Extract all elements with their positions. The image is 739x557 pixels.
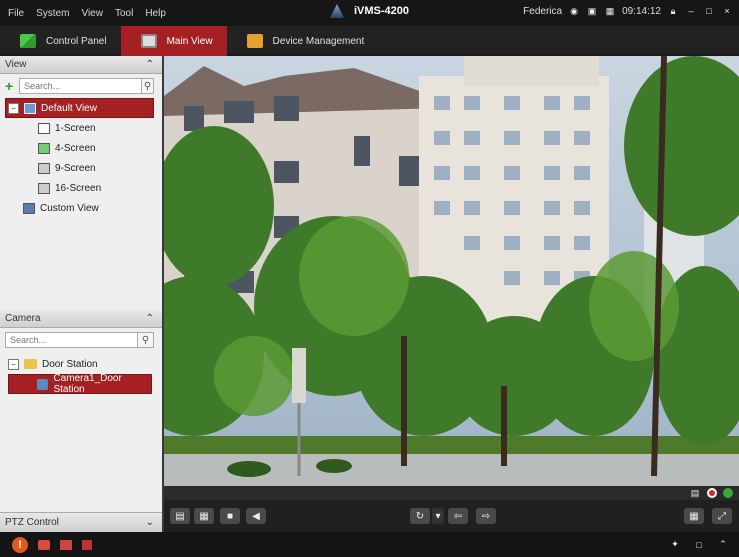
audio-icon[interactable]: ◀︎: [246, 508, 266, 524]
tree-item-16-screen[interactable]: 16-Screen: [0, 178, 162, 198]
tab-main-view[interactable]: Main View: [120, 26, 227, 56]
save-view-icon[interactable]: ▤: [170, 508, 190, 524]
fullscreen-icon[interactable]: ⤢: [712, 508, 732, 524]
minimize-icon[interactable]: –: [685, 5, 697, 17]
auto-switch-icon[interactable]: ↻: [410, 508, 430, 524]
screen-1-icon: [38, 122, 50, 134]
view-panel-title: View: [5, 59, 27, 70]
screenshot-icon[interactable]: ▤: [689, 487, 701, 499]
tree-item-camera1[interactable]: Camera1_Door Station: [8, 373, 152, 395]
collapse-up-icon[interactable]: ⌃: [146, 59, 154, 70]
tab-label: Device Management: [272, 35, 365, 47]
tree-item-custom-view[interactable]: Custom View: [0, 198, 162, 218]
custom-view-icon: [23, 202, 35, 214]
tree-item-label: 4-Screen: [55, 142, 96, 154]
collapse-up-icon[interactable]: ⌃: [146, 313, 154, 324]
chevron-down-icon[interactable]: ▾: [432, 508, 444, 524]
pin-icon[interactable]: ✦: [669, 539, 681, 551]
video-control-bar: ▤ ▦ ■ ◀︎ ↻ ▾ ⇦ ⇨ ▦ ⤢: [164, 500, 739, 532]
menu-view[interactable]: View: [81, 8, 103, 19]
user-icon[interactable]: ◉: [568, 5, 580, 17]
user-name: Federica: [523, 5, 563, 17]
camera-search-input[interactable]: [5, 332, 138, 348]
screen-16-icon: [38, 182, 50, 194]
record-icon[interactable]: [707, 488, 717, 498]
app-logo-icon: [330, 4, 344, 18]
camera-icon: [37, 378, 49, 390]
tab-label: Main View: [166, 35, 213, 47]
camera-panel-title: Camera: [5, 313, 41, 324]
tree-item-9-screen[interactable]: 9-Screen: [0, 158, 162, 178]
next-icon[interactable]: ⇨: [476, 508, 496, 524]
alarm-event-icon[interactable]: [60, 539, 72, 550]
layout-icon[interactable]: ▦: [194, 508, 214, 524]
tree-item-label: Custom View: [40, 202, 99, 214]
tree-item-label: Default View: [41, 102, 97, 114]
tree-item-door-station[interactable]: − Door Station: [0, 354, 162, 374]
tree-item-1-screen[interactable]: 1-Screen: [0, 118, 162, 138]
monitor-icon[interactable]: ▣: [586, 5, 598, 17]
tab-device-management[interactable]: Device Management: [227, 26, 379, 56]
expand-down-icon[interactable]: ⌄: [146, 517, 154, 528]
window-division-icon[interactable]: ▦: [684, 508, 704, 524]
window-icon[interactable]: □: [693, 539, 705, 551]
app-title-area: iVMS-4200: [330, 4, 409, 18]
tab-control-panel[interactable]: Control Panel: [0, 26, 121, 56]
lock-icon[interactable]: 🔒︎: [667, 5, 679, 17]
folder-icon: [24, 359, 37, 369]
camera-search-row: ⚲: [5, 332, 154, 348]
left-panel: View ⌃ + ⚲ − Default View 1-Screen 4-Scr…: [0, 56, 162, 532]
module-tab-bar: Control Panel Main View Device Managemen…: [0, 26, 739, 56]
title-bar: File System View Tool Help iVMS-4200 Fed…: [0, 0, 739, 26]
view-tree: − Default View 1-Screen 4-Screen 9-Scree…: [0, 98, 162, 298]
tree-item-4-screen[interactable]: 4-Screen: [0, 138, 162, 158]
view-search-row: + ⚲: [5, 78, 154, 94]
search-icon[interactable]: ⚲: [142, 78, 154, 94]
view-folder-icon: [24, 102, 36, 114]
status-bar: ! ✦ □ ⌃: [0, 532, 739, 557]
tree-item-label: 1-Screen: [55, 122, 96, 134]
view-panel-header[interactable]: View ⌃: [0, 56, 162, 74]
app-title: iVMS-4200: [354, 5, 410, 17]
collapse-icon[interactable]: −: [8, 102, 19, 114]
add-view-icon[interactable]: +: [5, 78, 15, 94]
screen-9-icon: [38, 162, 50, 174]
clock-time: 09:14:12: [622, 5, 661, 17]
device-management-icon: [246, 34, 263, 48]
tree-item-label: Camera1_Door Station: [53, 373, 122, 395]
control-panel-icon: [20, 34, 36, 48]
maximize-icon[interactable]: □: [703, 5, 715, 17]
refresh-icon[interactable]: [723, 488, 733, 498]
menu-system[interactable]: System: [36, 8, 69, 19]
menu-help[interactable]: Help: [145, 8, 166, 19]
tree-item-label: 16-Screen: [55, 182, 102, 194]
stop-all-icon[interactable]: ■: [220, 508, 240, 524]
search-icon[interactable]: ⚲: [138, 332, 154, 348]
menu-file[interactable]: File: [8, 8, 24, 19]
collapse-icon[interactable]: −: [8, 358, 19, 370]
tree-item-label: 9-Screen: [55, 162, 96, 174]
menu-tool[interactable]: Tool: [115, 8, 133, 19]
main-view-icon: [140, 34, 157, 48]
ptz-panel-title: PTZ Control: [5, 517, 59, 528]
speaker-icon[interactable]: [82, 539, 92, 550]
view-search-input[interactable]: [19, 78, 143, 94]
live-video-window[interactable]: [164, 56, 739, 486]
tree-item-default-view[interactable]: − Default View: [5, 98, 154, 118]
tree-item-label: Door Station: [42, 358, 98, 370]
close-icon[interactable]: ×: [721, 5, 733, 17]
expand-up-icon[interactable]: ⌃: [717, 539, 729, 551]
video-status-strip: ▤: [164, 486, 739, 500]
camera-video-frame: [164, 56, 739, 486]
ptz-panel-header[interactable]: PTZ Control ⌄: [0, 512, 162, 532]
tab-label: Control Panel: [46, 35, 107, 47]
alarm-sound-icon[interactable]: [38, 539, 50, 550]
camera-panel-header[interactable]: Camera ⌃: [0, 310, 162, 328]
screen-4-icon: [38, 142, 50, 154]
title-right-area: Federica ◉ ▣ ▦ 09:14:12 🔒︎ – □ ×: [523, 5, 733, 17]
calendar-icon[interactable]: ▦: [604, 5, 616, 17]
menu-bar: File System View Tool Help: [0, 8, 166, 19]
previous-icon[interactable]: ⇦: [448, 508, 468, 524]
alarm-warning-icon[interactable]: !: [12, 536, 28, 553]
